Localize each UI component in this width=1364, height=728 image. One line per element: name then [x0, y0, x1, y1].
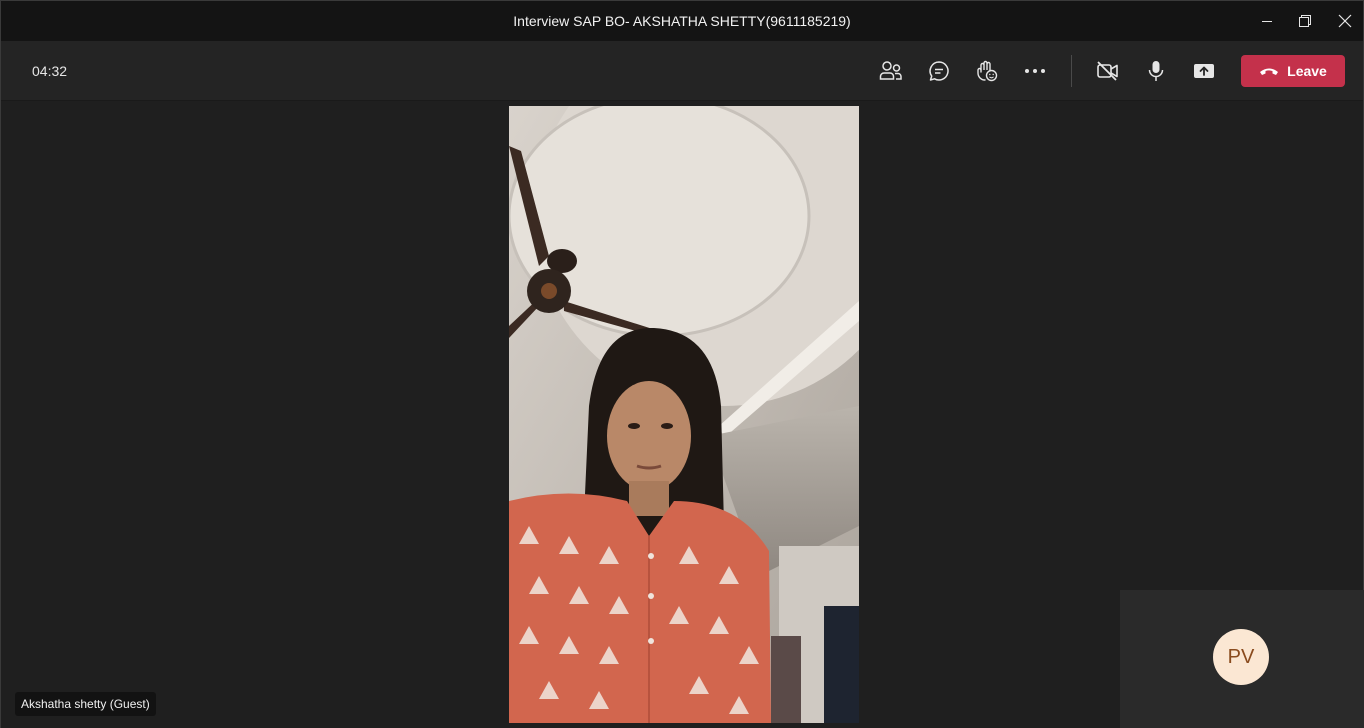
- meeting-toolbar: 04:32 Leave: [1, 41, 1363, 101]
- video-feed-image: [509, 106, 859, 723]
- show-conversation-button[interactable]: [921, 55, 957, 87]
- chat-icon: [929, 61, 949, 81]
- raise-hand-icon: [977, 60, 998, 82]
- camera-off-icon: [1097, 61, 1118, 81]
- restore-icon: [1299, 15, 1311, 27]
- mute-button[interactable]: [1138, 55, 1174, 87]
- show-participants-button[interactable]: [873, 55, 909, 87]
- window-title: Interview SAP BO- AKSHATHA SHETTY(961118…: [513, 13, 851, 29]
- self-view-tile: PV: [1120, 590, 1364, 728]
- close-icon: [1338, 14, 1352, 28]
- hang-up-icon: [1260, 68, 1279, 75]
- participant-name-label: Akshatha shetty (Guest): [15, 692, 156, 716]
- leave-button[interactable]: Leave: [1241, 55, 1345, 87]
- avatar: PV: [1213, 629, 1269, 685]
- leave-label: Leave: [1287, 63, 1327, 79]
- title-bar: Interview SAP BO- AKSHATHA SHETTY(961118…: [1, 1, 1363, 41]
- meeting-timer: 04:32: [32, 63, 68, 79]
- teams-meeting-window: Interview SAP BO- AKSHATHA SHETTY(961118…: [0, 0, 1364, 728]
- more-icon: [1025, 69, 1045, 73]
- raise-hand-button[interactable]: [969, 55, 1005, 87]
- meeting-stage: Akshatha shetty (Guest) PV: [1, 102, 1364, 728]
- microphone-icon: [1148, 61, 1164, 81]
- close-button[interactable]: [1322, 1, 1364, 41]
- more-actions-button[interactable]: [1017, 55, 1053, 87]
- share-screen-icon: [1194, 64, 1214, 78]
- turn-camera-on-button[interactable]: [1090, 55, 1126, 87]
- people-icon: [879, 61, 902, 80]
- toolbar-divider: [1071, 55, 1072, 87]
- minimize-icon: [1262, 21, 1272, 22]
- participant-video: [509, 106, 859, 723]
- share-content-button[interactable]: [1186, 55, 1222, 87]
